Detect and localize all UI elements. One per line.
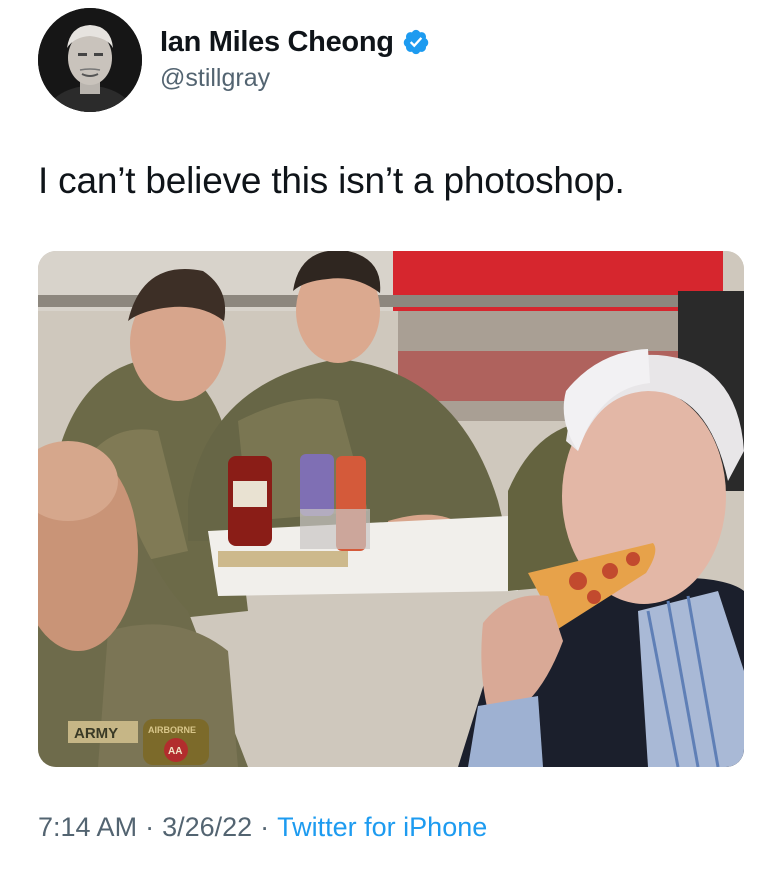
tweet-meta: 7:14 AM · 3/26/22 · Twitter for iPhone bbox=[38, 812, 487, 843]
army-patch-text: ARMY bbox=[74, 725, 118, 742]
avatar[interactable] bbox=[38, 8, 142, 112]
tweet-source-link[interactable]: Twitter for iPhone bbox=[277, 812, 487, 843]
tweet-time[interactable]: 7:14 AM bbox=[38, 812, 137, 843]
author-display-name[interactable]: Ian Miles Cheong bbox=[160, 26, 394, 59]
meta-separator: · bbox=[260, 812, 270, 842]
tweet-date[interactable]: 3/26/22 bbox=[162, 812, 252, 843]
avatar-image bbox=[38, 8, 142, 112]
author-handle[interactable]: @stillgray bbox=[160, 64, 270, 93]
aa-patch-text: AA bbox=[168, 746, 182, 757]
photo-scene: ARMY AIRBORNE AA bbox=[38, 251, 744, 767]
airborne-patch-text: AIRBORNE bbox=[148, 725, 196, 735]
verified-badge-icon bbox=[403, 29, 428, 55]
author-name-row[interactable]: Ian Miles Cheong bbox=[160, 22, 430, 62]
tweet-photo[interactable]: ARMY AIRBORNE AA bbox=[38, 251, 744, 767]
tweet: Ian Miles Cheong @stillgray I can’t beli… bbox=[0, 0, 768, 873]
tweet-text: I can’t believe this isn’t a photoshop. bbox=[38, 160, 625, 201]
meta-separator: · bbox=[145, 812, 155, 842]
